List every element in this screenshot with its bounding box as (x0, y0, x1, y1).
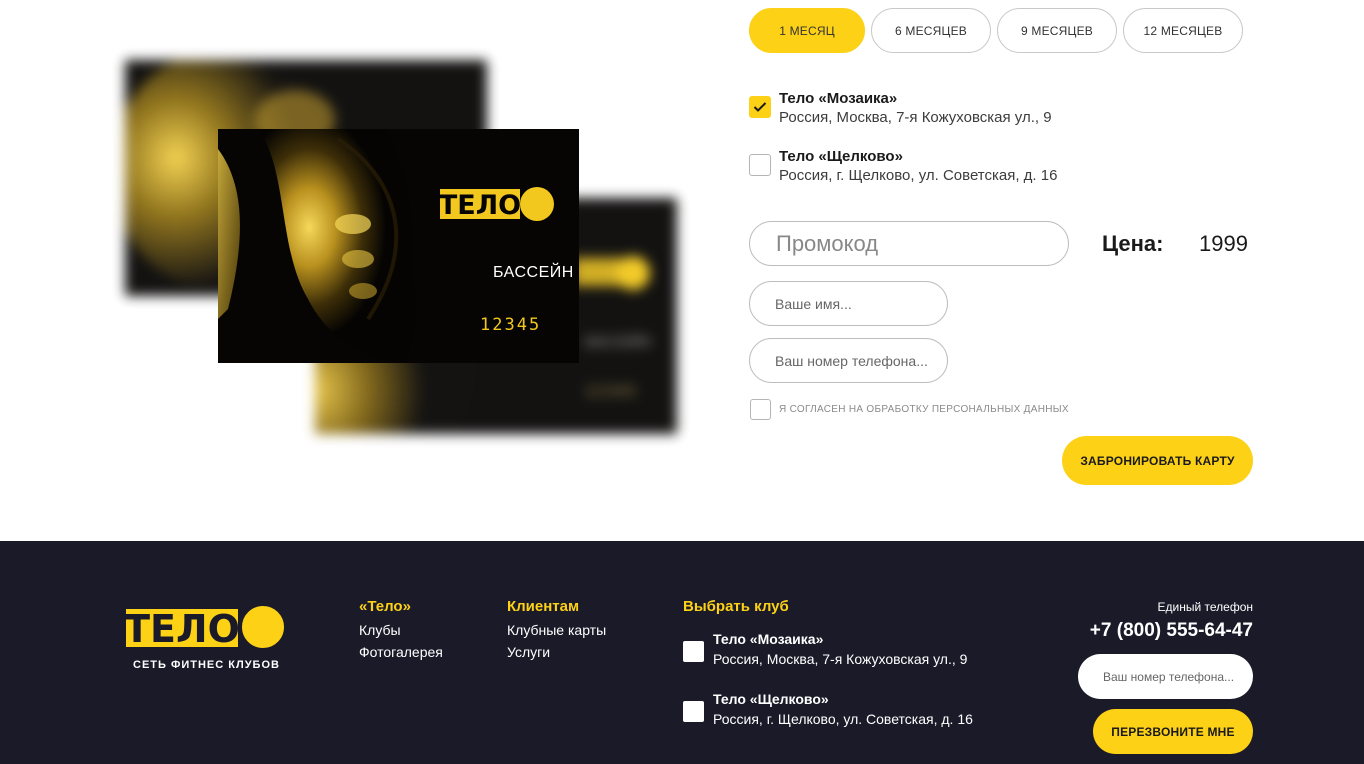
club-card-front: ТЕЛО БАССЕЙН 12345 (218, 129, 579, 363)
footer-column-telo: «Тело» Клубы Фотогалерея (359, 598, 443, 663)
promo-code-input[interactable] (749, 221, 1069, 266)
footer-club-address: Россия, г. Щелково, ул. Советская, д. 16 (713, 711, 973, 727)
period-tabs: 1 МЕСЯЦ 6 МЕСЯЦЕВ 9 МЕСЯЦЕВ 12 МЕСЯЦЕВ (749, 8, 1243, 53)
footer-link-gallery[interactable]: Фотогалерея (359, 641, 443, 663)
card-label: БАССЕЙН (585, 334, 652, 349)
period-tab-12-months[interactable]: 12 МЕСЯЦЕВ (1123, 8, 1243, 53)
club-checkbox[interactable] (749, 154, 771, 176)
name-input[interactable] (749, 281, 948, 326)
club-address: Россия, г. Щелково, ул. Советская, д. 16 (779, 167, 1058, 184)
club-name: Тело «Щелково» (779, 148, 903, 165)
footer-club-option-mozaika[interactable]: Тело «Мозаика» Россия, Москва, 7-я Кожух… (683, 629, 967, 669)
footer-club-name: Тело «Мозаика» (713, 631, 824, 647)
footer-slogan: СЕТЬ ФИТНЕС КЛУБОВ (133, 659, 280, 671)
club-address: Россия, Москва, 7-я Кожуховская ул., 9 (779, 109, 1052, 126)
club-name: Тело «Мозаика» (779, 90, 898, 107)
callback-phone-input[interactable] (1078, 654, 1253, 699)
period-tab-6-months[interactable]: 6 МЕСЯЦЕВ (871, 8, 991, 53)
club-option-schelkovo[interactable]: Тело «Щелково» Россия, г. Щелково, ул. С… (749, 148, 1057, 186)
card-brand: ТЕЛО (440, 190, 521, 221)
consent-label: Я СОГЛАСЕН НА ОБРАБОТКУ ПЕРСОНАЛЬНЫХ ДАН… (779, 404, 1069, 415)
club-checkbox[interactable] (749, 96, 771, 118)
footer-brand: ТЕЛО (124, 607, 240, 651)
period-tab-9-months[interactable]: 9 МЕСЯЦЕВ (997, 8, 1117, 53)
telo-logo-icon: ТЕЛО (440, 187, 554, 221)
card-logo: ТЕЛО (440, 184, 555, 222)
price-label: Цена: (1102, 231, 1164, 256)
card-label: БАССЕЙН (493, 264, 574, 281)
footer-column-heading: Выбрать клуб (683, 598, 789, 615)
checkmark-icon (753, 102, 767, 112)
telo-logo-icon: ТЕЛО (123, 604, 286, 651)
price-value: 1999 (1199, 231, 1248, 256)
footer-column-heading: «Тело» (359, 598, 411, 615)
club-option-mozaika[interactable]: Тело «Мозаика» Россия, Москва, 7-я Кожух… (749, 90, 1052, 128)
footer-club-checkbox[interactable] (683, 700, 704, 722)
phone-input[interactable] (749, 338, 948, 383)
phone-number[interactable]: +7 (800) 555-64-47 (1090, 620, 1253, 642)
footer-club-name: Тело «Щелково» (713, 691, 829, 707)
phone-label: Единый телефон (1157, 600, 1253, 614)
footer-club-option-schelkovo[interactable]: Тело «Щелково» Россия, г. Щелково, ул. С… (683, 689, 973, 729)
card-number: 12345 (585, 384, 638, 400)
footer-link-services[interactable]: Услуги (507, 641, 606, 663)
footer-club-address: Россия, Москва, 7-я Кожуховская ул., 9 (713, 651, 968, 667)
footer-link-club-cards[interactable]: Клубные карты (507, 619, 606, 641)
footer-link-clubs[interactable]: Клубы (359, 619, 443, 641)
callback-button[interactable]: ПЕРЕЗВОНИТЕ МНЕ (1093, 709, 1253, 754)
card-number: 12345 (480, 315, 542, 335)
footer-logo[interactable]: ТЕЛО (123, 601, 288, 660)
footer-column-clients: Клиентам Клубные карты Услуги (507, 598, 606, 663)
book-card-button[interactable]: ЗАБРОНИРОВАТЬ КАРТУ (1062, 436, 1253, 485)
footer-club-checkbox[interactable] (683, 640, 704, 662)
footer-column-heading: Клиентам (507, 598, 580, 615)
footer: ТЕЛО СЕТЬ ФИТНЕС КЛУБОВ «Тело» Клубы Фот… (0, 541, 1364, 764)
consent-checkbox[interactable] (750, 399, 771, 420)
footer-column-choose-club: Выбрать клуб (683, 598, 789, 619)
consent-option[interactable]: Я СОГЛАСЕН НА ОБРАБОТКУ ПЕРСОНАЛЬНЫХ ДАН… (750, 399, 1069, 420)
period-tab-1-month[interactable]: 1 МЕСЯЦ (749, 8, 865, 53)
